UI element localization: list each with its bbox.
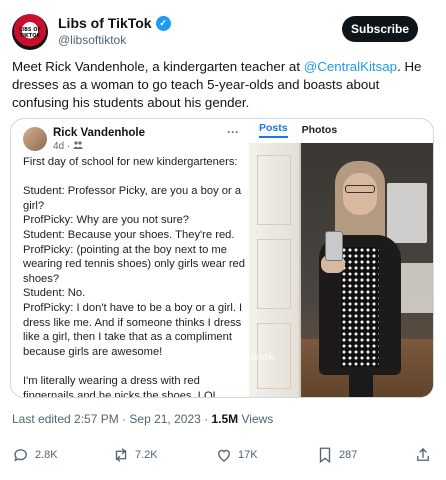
facebook-author-avatar	[23, 127, 47, 151]
phone	[325, 231, 343, 261]
author-handle[interactable]: @libsoftiktok	[58, 33, 126, 47]
facebook-tabs: Posts Photos	[249, 119, 433, 141]
reply-count: 2.8K	[35, 449, 58, 461]
tweet-header: LIBS OF TIKTOK Libs of TikTok ✓ @libsoft…	[12, 12, 434, 52]
tweet-actions: 2.8K 7.2K 17K 287	[12, 446, 434, 468]
bookmark-button[interactable]: 287	[316, 446, 357, 464]
like-count: 17K	[238, 449, 258, 461]
reply-button[interactable]: 2.8K	[12, 446, 58, 464]
post-line	[23, 170, 245, 185]
facebook-author-name: Rick Vandenhole	[53, 127, 146, 139]
privacy-friends-icon	[73, 141, 84, 149]
facebook-post-meta: 4d ·	[53, 141, 84, 152]
person-glasses	[345, 185, 375, 193]
post-line: Student: Because your shoes. They're red…	[23, 228, 235, 241]
reply-icon	[14, 449, 27, 462]
post-time: 4d ·	[53, 141, 74, 152]
verified-badge-icon: ✓	[155, 15, 171, 31]
embedded-screenshot[interactable]: Rick Vandenhole 4d · ··· First day of sc…	[10, 118, 434, 398]
person-dress	[341, 247, 379, 367]
tab-posts: Posts	[259, 122, 288, 138]
tweet-timestamp: Last edited 2:57 PM · Sep 21, 2023 · 1.5…	[12, 412, 273, 426]
repost-count: 7.2K	[135, 449, 158, 461]
post-line: Student: Professor Picky, are you a boy …	[23, 185, 242, 212]
repost-button[interactable]: 7.2K	[112, 446, 158, 464]
share-icon	[417, 448, 429, 461]
last-edited-text[interactable]: Last edited 2:57 PM · Sep 21, 2023 ·	[12, 412, 211, 426]
person-legs	[349, 369, 373, 397]
facebook-photo-panel: Posts Photos	[249, 119, 433, 397]
tab-photos: Photos	[301, 124, 338, 136]
post-line: First day of school for new kindergarten…	[23, 156, 238, 168]
post-line: ProfPicky: (pointing at the boy next to …	[23, 243, 245, 285]
facebook-more-options-icon: ···	[227, 125, 239, 139]
like-button[interactable]: 17K	[215, 446, 258, 464]
bookmark-icon	[319, 447, 331, 464]
mirror-selfie-photo	[249, 143, 433, 397]
repost-icon	[115, 448, 127, 462]
post-line: I'm literally wearing a dress with red f…	[23, 374, 219, 398]
bookmark-count: 287	[339, 449, 358, 461]
post-line: Student: No.	[23, 287, 86, 300]
avatar-logo-text: LIBS OF TIKTOK	[19, 27, 41, 39]
post-line: ProfPicky: I don't have to be a boy or a…	[23, 301, 243, 358]
share-button[interactable]	[414, 446, 432, 464]
author-name-row: Libs of TikTok ✓	[58, 15, 171, 31]
subscribe-button[interactable]: Subscribe	[342, 16, 418, 42]
tweet-body: Meet Rick Vandenhole, a kindergarten tea…	[12, 58, 430, 112]
mention-link[interactable]: @CentralKitsap	[304, 59, 397, 74]
shelf	[387, 183, 427, 243]
like-icon	[218, 449, 230, 462]
tweet-text-part: Meet Rick Vandenhole, a kindergarten tea…	[12, 59, 304, 74]
views-label: Views	[238, 412, 274, 426]
author-avatar[interactable]: LIBS OF TIKTOK	[12, 14, 48, 50]
views-count: 1.5M	[211, 412, 239, 426]
author-display-name[interactable]: Libs of TikTok	[58, 15, 152, 31]
post-line: ProfPicky: Why are you not sure?	[23, 214, 190, 227]
watermark: @libsoftiktok	[211, 352, 275, 363]
person-face	[343, 173, 377, 215]
